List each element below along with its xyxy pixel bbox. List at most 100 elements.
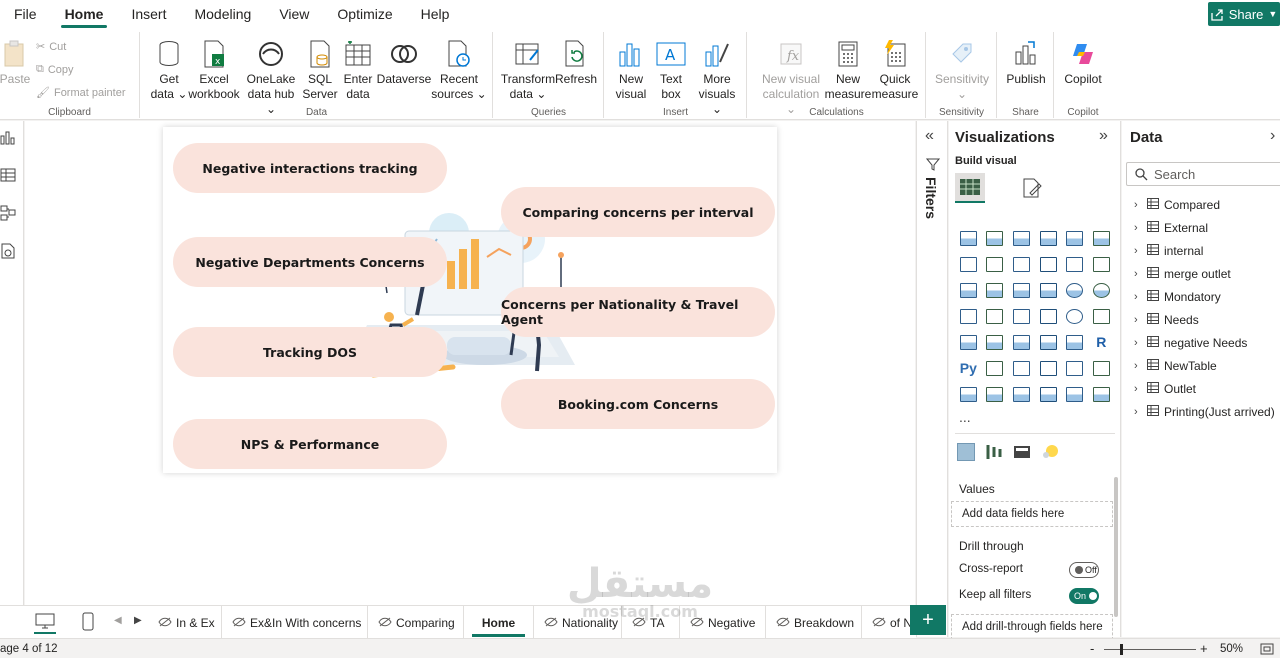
nav-button-negative-departments[interactable]: Negative Departments Concerns bbox=[173, 237, 447, 287]
power-automate-icon[interactable] bbox=[1035, 381, 1062, 407]
chevron-right-icon[interactable]: › bbox=[1134, 199, 1142, 211]
sensitivity-button[interactable]: Sensitivity ⌄ bbox=[933, 38, 991, 102]
copy-button[interactable]: ⧉ Copy bbox=[36, 63, 74, 76]
menu-modeling[interactable]: Modeling bbox=[180, 0, 265, 28]
stacked-area-chart-icon[interactable] bbox=[1008, 251, 1035, 277]
kpi-icon[interactable] bbox=[982, 329, 1009, 355]
line-clustered-column-icon[interactable] bbox=[1088, 251, 1115, 277]
more-visuals-ellipsis[interactable]: ... bbox=[959, 409, 971, 425]
narrative-icon[interactable] bbox=[955, 381, 982, 407]
nav-button-tracking-dos[interactable]: Tracking DOS bbox=[173, 327, 447, 377]
zoom-slider[interactable] bbox=[1104, 644, 1196, 655]
onelake-data-hub-button[interactable]: OneLake data hub ⌄ bbox=[241, 38, 301, 117]
table-item[interactable]: › Mondatory bbox=[1134, 285, 1275, 308]
metrics-icon[interactable] bbox=[982, 381, 1009, 407]
zoom-in-button[interactable]: + bbox=[1200, 641, 1208, 656]
treemap-icon[interactable] bbox=[955, 303, 982, 329]
azure-map-icon[interactable] bbox=[1035, 303, 1062, 329]
copilot-button[interactable]: Copilot bbox=[1061, 38, 1105, 87]
format-visual-tab[interactable] bbox=[1017, 173, 1047, 203]
sql-server-button[interactable]: SQL Server bbox=[301, 38, 339, 102]
menu-view[interactable]: View bbox=[265, 0, 323, 28]
table-item[interactable]: › negative Needs bbox=[1134, 331, 1275, 354]
funnel-chart-icon[interactable] bbox=[1008, 277, 1035, 303]
filters-pane-collapsed[interactable]: « Filters bbox=[916, 121, 948, 637]
chevron-right-icon[interactable]: › bbox=[1134, 383, 1142, 395]
r-script-icon[interactable]: R bbox=[1088, 329, 1115, 355]
report-view-icon[interactable] bbox=[0, 129, 16, 145]
paginated-report-icon[interactable] bbox=[1061, 355, 1088, 381]
chevron-right-icon[interactable]: › bbox=[1134, 245, 1142, 257]
page-tab[interactable]: Home bbox=[464, 606, 534, 639]
page-tab[interactable]: Breakdown bbox=[766, 606, 862, 639]
table-item[interactable]: › External bbox=[1134, 216, 1275, 239]
nav-button-nationality-travel-agent[interactable]: Concerns per Nationality & Travel Agent bbox=[501, 287, 775, 337]
transform-data-button[interactable]: Transform data ⌄ bbox=[500, 38, 556, 102]
matrix-icon[interactable] bbox=[1061, 329, 1088, 355]
clustered-bar-chart-icon[interactable] bbox=[1008, 225, 1035, 251]
page-tab[interactable]: In & Ex bbox=[148, 606, 222, 639]
quick-measure-button[interactable]: Quick measure bbox=[872, 38, 918, 102]
decomposition-tree-icon[interactable] bbox=[1008, 355, 1035, 381]
publish-button[interactable]: Publish bbox=[1004, 38, 1048, 87]
share-button[interactable]: Share ▼ bbox=[1208, 2, 1280, 26]
next-page-arrow-icon[interactable]: ▶ bbox=[134, 615, 142, 626]
table-item[interactable]: › Compared bbox=[1134, 193, 1275, 216]
collapse-chevron-icon[interactable]: » bbox=[1099, 127, 1108, 145]
text-box-button[interactable]: A Text box bbox=[653, 38, 689, 102]
slicer-icon[interactable] bbox=[1008, 329, 1035, 355]
multi-row-card-icon[interactable] bbox=[955, 329, 982, 355]
100-stacked-area-icon[interactable] bbox=[1035, 251, 1062, 277]
model-view-icon[interactable] bbox=[0, 205, 16, 221]
chevron-right-icon[interactable]: › bbox=[1134, 222, 1142, 234]
nav-button-nps-performance[interactable]: NPS & Performance bbox=[173, 419, 447, 469]
ribbon-chart-icon[interactable] bbox=[955, 277, 982, 303]
python-visual-icon[interactable]: Py bbox=[955, 355, 982, 381]
chevron-right-icon[interactable]: › bbox=[1134, 337, 1142, 349]
recent-sources-button[interactable]: Recent sources ⌄ bbox=[431, 38, 487, 102]
line-column-chart-icon[interactable] bbox=[1061, 251, 1088, 277]
line-chart-icon[interactable] bbox=[955, 251, 982, 277]
qa-icon[interactable] bbox=[1035, 355, 1062, 381]
map-icon[interactable] bbox=[982, 303, 1009, 329]
kpi-card-icon[interactable] bbox=[1013, 443, 1031, 461]
table-visual-icon[interactable] bbox=[1035, 329, 1062, 355]
keep-all-filters-toggle[interactable]: On bbox=[1069, 588, 1099, 604]
decomp-tree-icon[interactable] bbox=[985, 443, 1003, 461]
build-visual-tab[interactable] bbox=[955, 173, 985, 203]
get-data-button[interactable]: Get data ⌄ bbox=[149, 38, 189, 102]
menu-help[interactable]: Help bbox=[407, 0, 464, 28]
prev-page-arrow-icon[interactable]: ◀ bbox=[114, 615, 122, 626]
chevron-right-icon[interactable]: › bbox=[1134, 291, 1142, 303]
desktop-layout-icon[interactable] bbox=[34, 612, 56, 634]
cut-button[interactable]: ✂ Cut bbox=[36, 40, 66, 54]
waterfall-chart-icon[interactable] bbox=[982, 277, 1009, 303]
excel-workbook-button[interactable]: x Excel workbook bbox=[187, 38, 241, 102]
menu-file[interactable]: File bbox=[0, 0, 51, 28]
table-item[interactable]: › Needs bbox=[1134, 308, 1275, 331]
area-chart-icon[interactable] bbox=[982, 251, 1009, 277]
zoom-slider-thumb[interactable] bbox=[1120, 644, 1123, 655]
format-painter-button[interactable]: 🖌 Format painter bbox=[36, 86, 126, 100]
table-item[interactable]: › Printing(Just arrived) bbox=[1134, 400, 1275, 423]
table-view-icon[interactable] bbox=[0, 167, 16, 183]
table-item[interactable]: › internal bbox=[1134, 239, 1275, 262]
100-stacked-bar-icon[interactable] bbox=[1061, 225, 1088, 251]
map-visual-icon[interactable] bbox=[957, 443, 975, 461]
table-item[interactable]: › merge outlet bbox=[1134, 262, 1275, 285]
add-page-button[interactable]: + bbox=[910, 605, 946, 635]
power-apps-icon[interactable] bbox=[1008, 381, 1035, 407]
menu-insert[interactable]: Insert bbox=[117, 0, 180, 28]
cross-report-toggle[interactable]: Off bbox=[1069, 562, 1099, 578]
pane-scrollbar[interactable] bbox=[1114, 477, 1118, 617]
menu-optimize[interactable]: Optimize bbox=[323, 0, 406, 28]
nav-button-negative-interactions[interactable]: Negative interactions tracking bbox=[173, 143, 447, 193]
card-icon[interactable] bbox=[1088, 303, 1115, 329]
enter-data-button[interactable]: Enter data bbox=[339, 38, 377, 102]
paste-button[interactable]: Paste bbox=[0, 38, 30, 87]
donut-chart-icon[interactable] bbox=[1088, 277, 1115, 303]
trophy-icon[interactable] bbox=[1088, 355, 1115, 381]
arrows-icon[interactable] bbox=[1088, 381, 1115, 407]
stacked-bar-chart-icon[interactable] bbox=[955, 225, 982, 251]
chevron-right-icon[interactable]: › bbox=[1134, 268, 1142, 280]
